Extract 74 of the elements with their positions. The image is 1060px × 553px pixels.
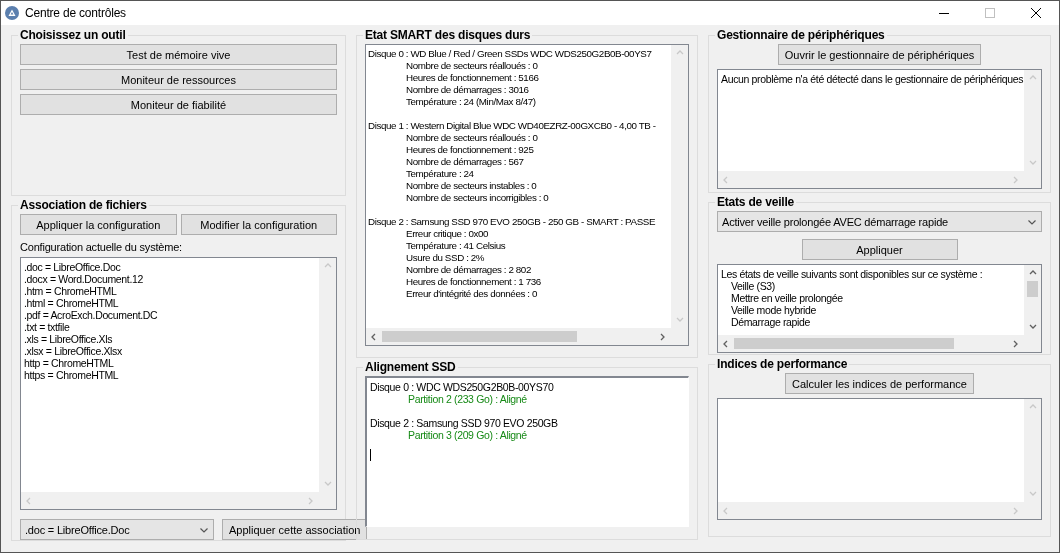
association-line: https = ChromeHTML	[24, 369, 120, 381]
open-device-manager-button[interactable]: Ouvrir le gestionnaire de périphériques	[777, 44, 982, 65]
group-title: Etats de veille	[716, 195, 796, 209]
group-title: Gestionnaire de périphériques	[716, 28, 886, 42]
disk-header: Disque 2 : Samsung SSD 970 EVO 250GB - 250 GB - SMART : PASSE	[368, 216, 657, 228]
disk-header: Disque 0 : WDC WDS250G2B0B-00YS70	[370, 381, 555, 393]
tool-button[interactable]: Test de mémoire vive	[20, 44, 337, 65]
info-text: Les états de veille suivants sont disponibles sur ce système :	[721, 268, 984, 280]
vertical-scrollbar[interactable]	[1024, 265, 1041, 335]
association-line: http = ChromeHTML	[24, 357, 115, 369]
group-title: Etat SMART des disques durs	[364, 28, 532, 42]
smart-attribute: Température : 24	[405, 168, 475, 180]
horizontal-scrollbar[interactable]	[366, 328, 671, 345]
text-area[interactable]	[20, 257, 337, 510]
association-line: .doc = LibreOffice.Doc	[24, 261, 122, 273]
config-button[interactable]: Appliquer la configuration	[20, 214, 177, 235]
association-line: .html = ChromeHTML	[24, 297, 120, 309]
app-icon	[5, 6, 19, 20]
smart-attribute: Usure du SSD : 2%	[405, 252, 486, 264]
disk-header: Disque 2 : Samsung SSD 970 EVO 250GB	[370, 417, 559, 429]
smart-attribute: Erreur critique : 0x00	[405, 228, 490, 240]
status-message: Aucun problème n'a été détecté dans le gestionnaire de périphériques	[721, 73, 1022, 85]
calculate-button[interactable]: Calculer les indices de performance	[785, 373, 974, 394]
partition-status: Partition 2 (233 Go) : Aligné	[407, 393, 528, 405]
text-area[interactable]: Les états de veille suivants sont disponibles sur ce système : Veille (S3) Mettre en veille prolongée Veille mode hybride Démarrage rapide	[717, 264, 1042, 353]
group-title: Indices de performance	[716, 357, 849, 371]
sleep-state: Veille (S3)	[730, 280, 776, 292]
apply-association-button[interactable]: Appliquer cette association	[222, 519, 368, 540]
text-area[interactable]: Disque 0 : WDC WDS250G2B0B-00YS70 Partition 2 (233 Go) : Aligné Disque 2 : Samsung SSD 970 EVO 250GB Partition 3 (209 Go) : Aligné	[365, 376, 689, 527]
smart-attribute: Nombre de démarrages : 2 802	[405, 264, 532, 276]
sleep-mode-dropdown[interactable]: Activer veille prolongée AVEC démarrage rapide	[717, 211, 1042, 232]
association-line: .txt = txtfile	[24, 321, 71, 333]
group-title: Alignement SSD	[364, 360, 457, 374]
association-line: .pdf = AcroExch.Document.DC	[24, 309, 159, 321]
config-button[interactable]: Modifier la configuration	[180, 214, 337, 235]
group-title: Association de fichiers	[19, 198, 148, 212]
window-title: Centre de contrôles	[25, 6, 127, 20]
smart-attribute: Nombre de secteurs incorrigibles : 0	[405, 192, 550, 204]
scrollbar-thumb[interactable]	[1027, 281, 1038, 297]
apply-button[interactable]: Appliquer	[801, 239, 958, 260]
smart-attribute: Nombre de secteurs réalloués : 0	[405, 132, 539, 144]
smart-attribute: Heures de fonctionnement : 5166	[405, 72, 540, 84]
tool-button[interactable]: Moniteur de fiabilité	[20, 94, 337, 115]
smart-attribute: Nombre de secteurs réalloués : 0	[405, 60, 539, 72]
smart-attribute: Heures de fonctionnement : 1 736	[405, 276, 542, 288]
sleep-state: Veille mode hybride	[730, 304, 817, 316]
association-line: .docx = Word.Document.12	[24, 273, 144, 285]
minimize-icon	[939, 12, 949, 14]
scrollbar-thumb[interactable]	[734, 338, 954, 349]
scrollbar-thumb[interactable]	[382, 331, 577, 342]
smart-attribute: Température : 41 Celsius	[405, 240, 507, 252]
disk-header: Disque 0 : WD Blue / Red / Green SSDs WDC WDS250G2B0B-00YS7	[368, 48, 653, 60]
smart-attribute: Nombre de démarrages : 567	[405, 156, 525, 168]
smart-attribute: Heures de fonctionnement : 925	[405, 144, 535, 156]
group-title: Choisissez un outil	[19, 28, 127, 42]
tool-button[interactable]: Moniteur de ressources	[20, 69, 337, 90]
smart-attribute: Température : 24 (Min/Max 8/47)	[405, 96, 537, 108]
association-line: .htm = ChromeHTML	[24, 285, 118, 297]
smart-attribute: Erreur d'intégrité des données : 0	[405, 288, 538, 300]
association-line: .xls = LibreOffice.Xls	[24, 333, 114, 345]
smart-attribute: Nombre de démarrages : 3016	[405, 84, 530, 96]
sleep-state: Mettre en veille prolongée	[730, 292, 844, 304]
close-icon	[1031, 8, 1041, 18]
smart-attribute: Nombre de secteurs instables : 0	[405, 180, 538, 192]
text-area[interactable]: Aucun problème n'a été détecté dans le gestionnaire de périphériques	[717, 69, 1042, 189]
disk-header: Disque 1 : Western Digital Blue WDC WD40EZRZ-00GXCB0 - 4,00 TB -	[368, 120, 657, 132]
sleep-state: Démarrage rapide	[730, 316, 812, 328]
association-line: .xlsx = LibreOffice.Xlsx	[24, 345, 123, 357]
field-label: Configuration actuelle du système:	[20, 241, 183, 253]
association-dropdown[interactable]: .doc = LibreOffice.Doc	[20, 519, 214, 540]
maximize-icon	[985, 8, 995, 18]
partition-status: Partition 3 (209 Go) : Aligné	[407, 429, 528, 441]
text-cursor	[370, 449, 371, 461]
horizontal-scrollbar[interactable]	[718, 335, 1024, 352]
